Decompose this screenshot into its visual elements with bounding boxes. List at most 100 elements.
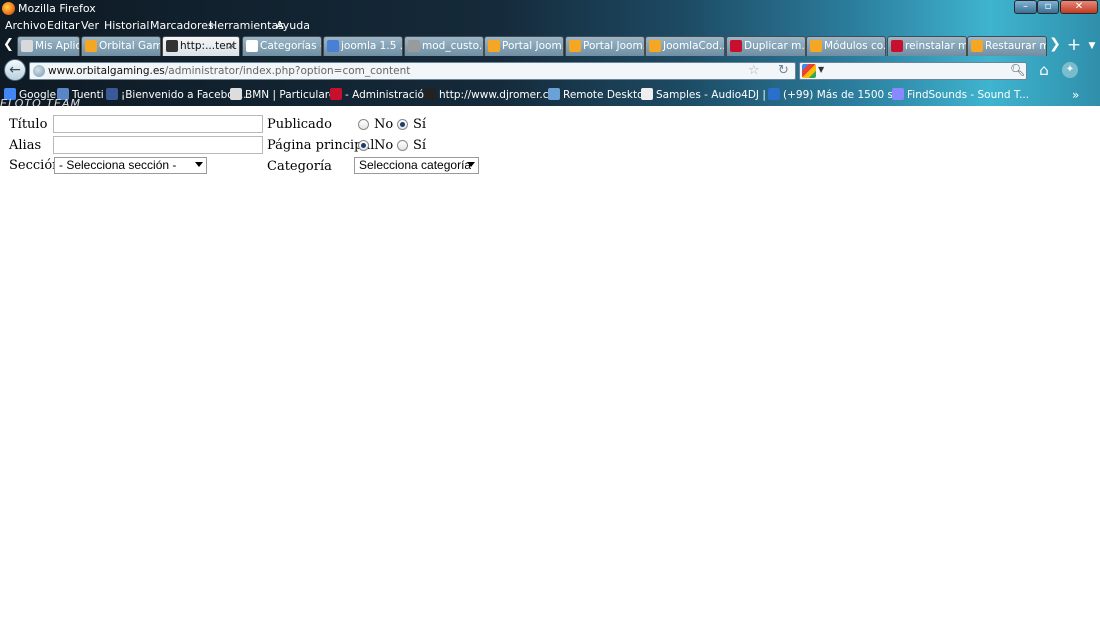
chevron-down-icon <box>195 162 203 167</box>
publicado-no-radio[interactable] <box>358 119 369 130</box>
reload-icon[interactable]: ↻ <box>778 63 789 78</box>
audio4dj-icon <box>641 88 653 100</box>
seccion-label: Sección <box>9 158 61 173</box>
tab-orbital-gaming[interactable]: Orbital Gam... <box>81 36 161 56</box>
menu-herramientas[interactable]: Herramientas <box>209 19 284 32</box>
titulo-label: Título <box>9 117 48 132</box>
tab-active-content[interactable]: http:...tent × <box>162 36 240 56</box>
bookmark-label: BMN | Particulares <box>245 89 341 101</box>
navigation-bar: ← www.orbitalgaming.es/administrator/ind… <box>0 57 1100 84</box>
djromer-icon <box>424 88 436 100</box>
publicado-si-radio[interactable] <box>397 119 408 130</box>
pagina-principal-no-radio[interactable] <box>358 140 369 151</box>
bookmark-djromer[interactable]: http://www.djromer.c... <box>424 88 559 101</box>
bookmarks-overflow-chevron-icon[interactable]: » <box>1072 88 1079 102</box>
tab-label: Portal Joom... <box>502 40 564 52</box>
search-magnifier-icon[interactable]: 🔍︎ <box>1010 63 1025 77</box>
tuenti-icon <box>768 88 780 100</box>
chevron-down-icon <box>467 162 475 167</box>
close-window-button[interactable]: ✕ <box>1060 0 1098 14</box>
joomla-favicon-icon <box>85 40 97 52</box>
tab-label: Mis Aplicaci... <box>35 40 80 52</box>
bookmark-mas-de-1500[interactable]: (+99) Más de 1500 s... <box>768 88 903 101</box>
menu-editar[interactable]: Editar <box>47 19 80 32</box>
joomla-favicon-icon <box>649 40 661 52</box>
bookmarks-bar: Google Tuenti ¡Bienvenido a Faceboo... B… <box>0 84 1100 106</box>
new-tab-plus-icon[interactable]: + <box>1066 35 1082 55</box>
bookmark-findsounds[interactable]: FindSounds - Sound T... <box>892 88 1029 101</box>
tab-reinstalar[interactable]: reinstalar m... <box>887 36 967 56</box>
pagina-principal-no-label: No <box>374 138 394 153</box>
google-search-engine-icon[interactable] <box>802 64 816 78</box>
pagina-principal-si-label: Sí <box>413 138 427 153</box>
tab-label: Orbital Gam... <box>99 40 161 52</box>
tab-mis-aplicaciones[interactable]: Mis Aplicaci... <box>17 36 80 56</box>
url-text[interactable]: www.orbitalgaming.es/administrator/index… <box>48 65 410 77</box>
home-icon[interactable]: ⌂ <box>1035 61 1053 79</box>
bookmark-star-icon[interactable]: ☆ <box>748 63 760 78</box>
firefox-logo-icon <box>2 2 15 15</box>
tab-favicon-icon <box>21 40 33 52</box>
categoria-label: Categoría <box>267 159 332 174</box>
addon-icon[interactable]: ✦ <box>1062 62 1078 78</box>
tab-restaurar[interactable]: Restaurar m... <box>967 36 1047 56</box>
url-bar[interactable]: www.orbitalgaming.es/administrator/index… <box>29 62 796 80</box>
tab-joomlacode[interactable]: JoomlaCod... <box>645 36 725 56</box>
tab-favicon-icon <box>730 40 742 52</box>
tab-favicon-icon <box>166 40 178 52</box>
bookmark-administracion[interactable]: - Administración <box>330 88 431 101</box>
tab-favicon-icon <box>246 40 258 52</box>
tab-label: Restaurar m... <box>985 40 1046 52</box>
tab-label: joomla 1.5 ... <box>341 40 403 52</box>
seccion-select[interactable]: - Selecciona sección - <box>54 157 207 174</box>
tab-scroll-right-icon[interactable]: ❯ <box>1047 36 1063 56</box>
google-favicon-icon <box>327 40 339 52</box>
menu-ver[interactable]: Ver <box>81 19 99 32</box>
bookmark-label: Remote Desktop <box>563 89 651 101</box>
pagina-principal-si-radio[interactable] <box>397 140 408 151</box>
site-identity-icon[interactable] <box>33 65 45 77</box>
seccion-select-value: - Selecciona sección - <box>59 158 177 172</box>
title-bar: Mozilla Firefox – ▫ ✕ <box>0 0 1100 17</box>
tab-label: Duplicar m... <box>744 40 806 52</box>
theme-wallpaper-text: ELOTO TEAM <box>0 97 81 106</box>
bookmark-label: Samples - Audio4DJ | ... <box>656 89 780 101</box>
bookmark-bmn[interactable]: BMN | Particulares <box>230 88 341 101</box>
tab-portal-joomla-1[interactable]: Portal Joom... <box>484 36 564 56</box>
categoria-select[interactable]: Selecciona categoría <box>354 157 479 174</box>
tab-list-chevron-down-icon[interactable]: ▼ <box>1084 37 1100 55</box>
tab-categorias[interactable]: Categorías -... <box>242 36 322 56</box>
maximize-button[interactable]: ▫ <box>1037 0 1059 14</box>
tab-portal-joomla-2[interactable]: Portal Joom... <box>565 36 645 56</box>
bookmark-facebook[interactable]: ¡Bienvenido a Faceboo... <box>106 88 250 101</box>
tab-modulos[interactable]: Módulos co... <box>806 36 886 56</box>
search-engine-dropdown-icon[interactable]: ▼ <box>818 65 824 74</box>
menu-marcadores[interactable]: Marcadores <box>150 19 214 32</box>
tab-scroll-left-icon[interactable]: ❮ <box>0 37 17 55</box>
tab-label: JoomlaCod... <box>663 40 725 52</box>
minimize-button[interactable]: – <box>1014 0 1037 14</box>
menu-ayuda[interactable]: Ayuda <box>276 19 310 32</box>
tab-mod-custom[interactable]: mod_custo... <box>404 36 484 56</box>
menu-historial[interactable]: Historial <box>104 19 149 32</box>
tab-label: Categorías -... <box>260 40 321 52</box>
bookmark-samples-audio4dj[interactable]: Samples - Audio4DJ | ... <box>641 88 779 101</box>
tab-close-icon[interactable]: × <box>227 37 236 55</box>
joomla-favicon-icon <box>488 40 500 52</box>
alias-input[interactable] <box>53 136 263 154</box>
joomla-favicon-icon <box>810 40 822 52</box>
window-title: Mozilla Firefox <box>18 2 96 15</box>
publicado-no-label: No <box>374 117 394 132</box>
tab-label: reinstalar m... <box>905 40 966 52</box>
bookmark-remote-desktop[interactable]: Remote Desktop <box>548 88 650 101</box>
categoria-select-value: Selecciona categoría <box>359 158 472 172</box>
search-bar[interactable]: ▼ 🔍︎ <box>799 62 1027 80</box>
menu-archivo[interactable]: Archivo <box>5 19 46 32</box>
tab-duplicar[interactable]: Duplicar m... <box>726 36 806 56</box>
titulo-input[interactable] <box>53 115 263 133</box>
tab-joomla-15[interactable]: joomla 1.5 ... <box>323 36 403 56</box>
back-arrow-icon[interactable]: ← <box>4 59 26 81</box>
alias-label: Alias <box>9 138 42 153</box>
browser-chrome: Mozilla Firefox – ▫ ✕ Archivo Editar Ver… <box>0 0 1100 106</box>
bank-icon <box>230 88 242 100</box>
